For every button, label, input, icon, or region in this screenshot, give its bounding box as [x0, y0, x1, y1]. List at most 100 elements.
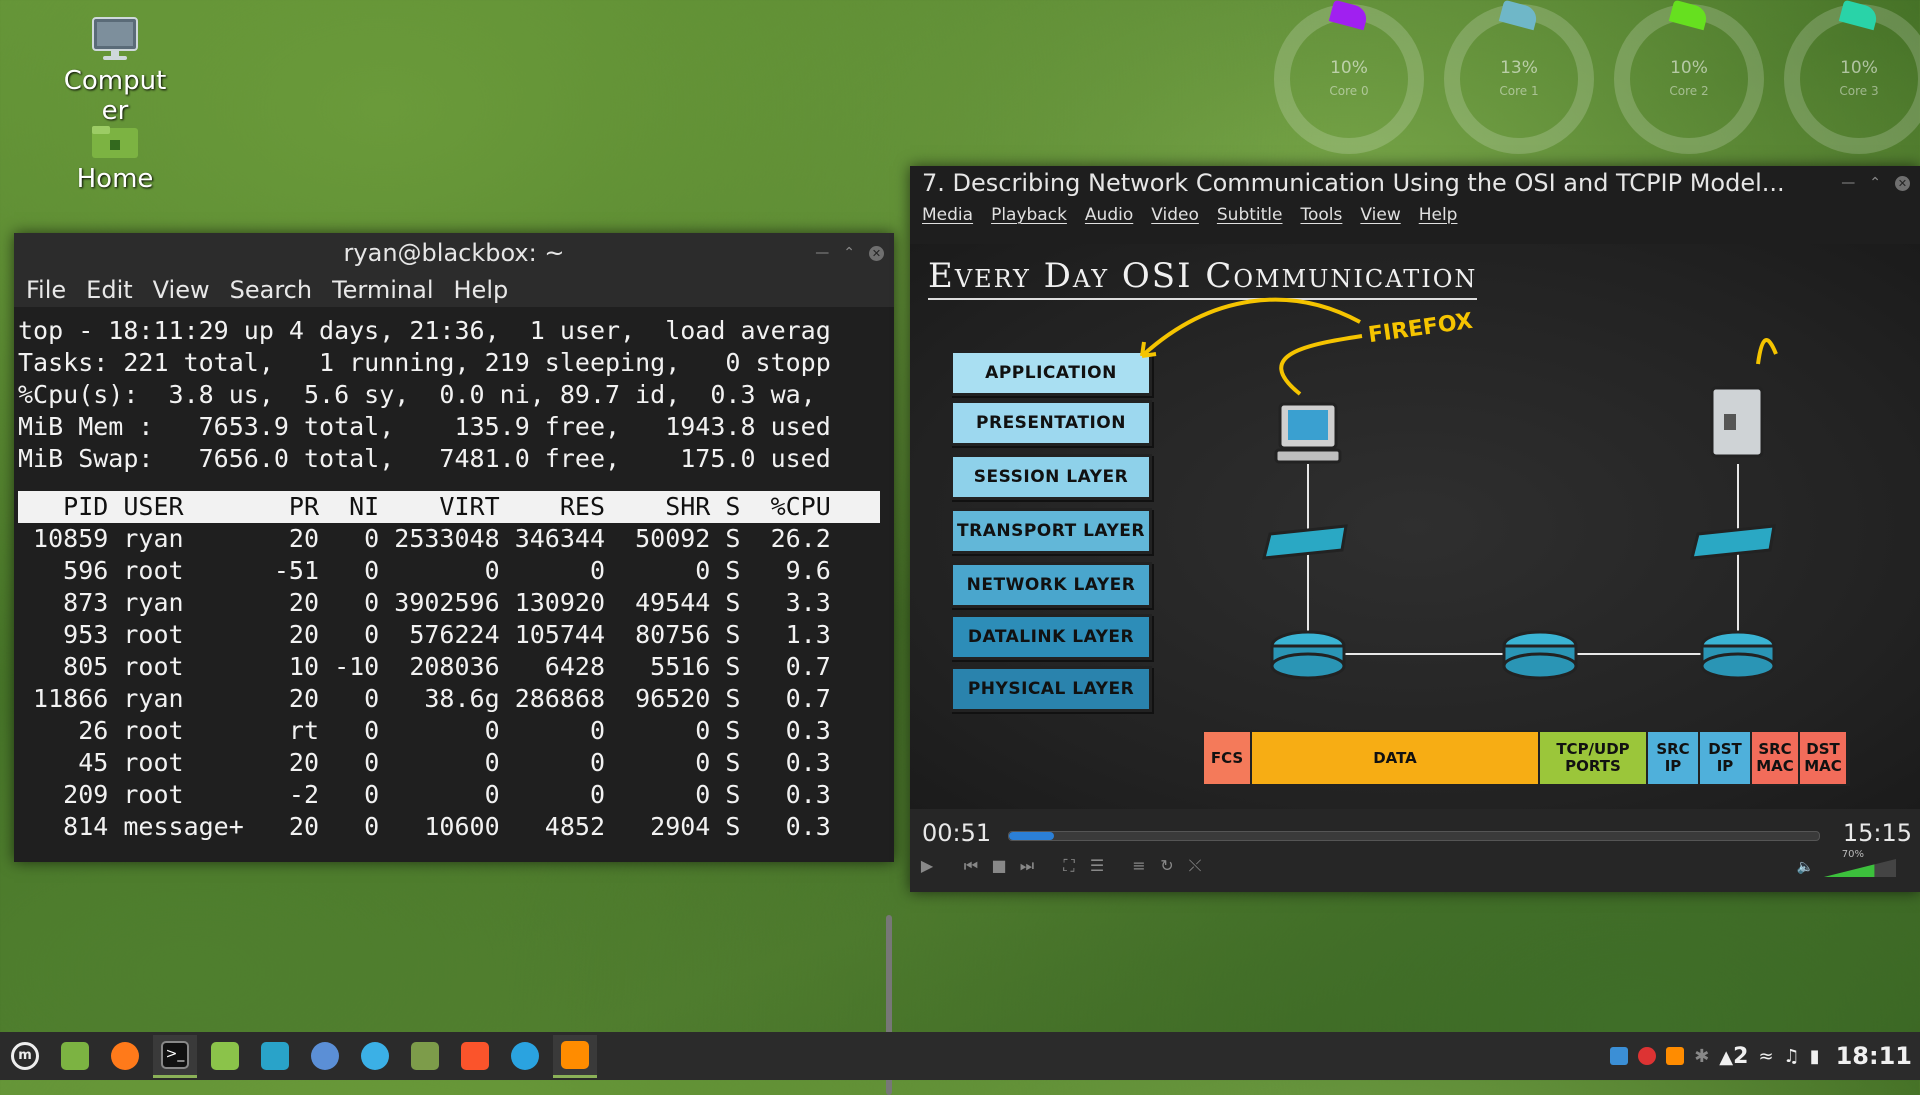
menu-subtitle[interactable]: Subtitle — [1217, 200, 1283, 230]
menu-video[interactable]: Video — [1151, 200, 1199, 230]
terminal-menubar: File Edit View Search Terminal Help — [14, 273, 894, 307]
shuffle-icon[interactable]: ⤬ — [1184, 855, 1206, 877]
close-icon[interactable]: ✕ — [1895, 175, 1910, 191]
menu-tools[interactable]: Tools — [1300, 200, 1342, 230]
bluetooth-icon[interactable]: ✱ — [1694, 1046, 1709, 1067]
video-area[interactable]: Every Day OSI Communication APPLICATION … — [910, 244, 1920, 809]
previous-icon[interactable]: ⏮ — [960, 855, 982, 877]
minimize-icon[interactable]: — — [815, 233, 829, 273]
terminal-window[interactable]: ryan@blackbox: ~ — ⌃ ✕ File Edit View Se… — [14, 233, 894, 1095]
router-icon — [1270, 630, 1346, 680]
vlc-menubar: Media Playback Audio Video Subtitle Tool… — [910, 200, 1920, 230]
menu-search[interactable]: Search — [230, 273, 312, 307]
taskbar-edge[interactable] — [353, 1036, 397, 1076]
menu-audio[interactable]: Audio — [1085, 200, 1133, 230]
system-tray: ✱ ▲2 ≈ ♫ ▮ 18:11 — [1610, 1032, 1912, 1080]
cpu-core-arc — [1668, 0, 1710, 31]
menu-view[interactable]: View — [1360, 200, 1400, 230]
volume-icon[interactable]: ♫ — [1784, 1046, 1800, 1067]
taskbar-monitor[interactable] — [253, 1036, 297, 1076]
tray-badge[interactable]: ▲2 — [1719, 1044, 1748, 1069]
desktop-icon-computer[interactable]: Computer — [55, 16, 175, 126]
cpu-core-arc — [1328, 0, 1370, 31]
menu-terminal[interactable]: Terminal — [332, 273, 433, 307]
process-row: 209 root -2 0 0 0 0 S 0.3 — [18, 780, 831, 809]
process-row: 953 root 20 0 576224 105744 80756 S 1.3 — [18, 620, 831, 649]
router-icon — [1502, 630, 1578, 680]
vlc-window[interactable]: 7. Describing Network Communication Usin… — [910, 166, 1920, 892]
frame-segment: TCP/UDP PORTS — [1540, 732, 1648, 784]
taskbar-firefox[interactable] — [103, 1036, 147, 1076]
minimize-icon[interactable]: — — [1841, 166, 1855, 200]
network-diagram — [1140, 297, 1778, 680]
taskbar-terminal[interactable]: >_ — [153, 1034, 197, 1078]
wifi-icon[interactable]: ≈ — [1758, 1046, 1773, 1067]
tray-update-icon[interactable] — [1638, 1047, 1657, 1065]
stop-icon[interactable]: ■ — [988, 855, 1010, 877]
fullscreen-icon[interactable]: ⛶ — [1058, 855, 1080, 877]
process-row: 814 message+ 20 0 10600 4852 2904 S 0.3 — [18, 812, 831, 841]
time-total: 15:15 — [1842, 819, 1912, 847]
desktop-icon-label: Computer — [63, 66, 167, 126]
menu-playback[interactable]: Playback — [991, 200, 1067, 230]
window-controls: — ⌃ ✕ — [815, 233, 884, 273]
volume-slider[interactable] — [1824, 859, 1896, 877]
cpu-core-percent: 10% — [1670, 58, 1708, 78]
frame-segment: DST MAC — [1800, 732, 1848, 784]
time-elapsed: 00:51 — [922, 819, 992, 847]
speaker-icon[interactable]: 🔈 — [1797, 859, 1814, 875]
equalizer-icon[interactable]: ☰ — [1086, 855, 1108, 877]
taskbar-tool[interactable] — [403, 1036, 447, 1076]
battery-icon[interactable]: ▮ — [1810, 1046, 1820, 1067]
pc-icon — [1274, 402, 1342, 464]
taskbar-files[interactable] — [53, 1036, 97, 1076]
taskbar-chromium[interactable] — [303, 1036, 347, 1076]
process-table-header: PID USER PR NI VIRT RES SHR S %CPU — [18, 491, 880, 523]
taskbar-telegram[interactable] — [503, 1036, 547, 1076]
cursor-mark — [1756, 338, 1778, 365]
menu-file[interactable]: File — [26, 273, 66, 307]
window-title: 7. Describing Network Communication Usin… — [922, 169, 1785, 197]
play-icon[interactable]: ▶ — [916, 855, 938, 877]
menu-help[interactable]: Help — [454, 273, 509, 307]
vlc-titlebar[interactable]: 7. Describing Network Communication Usin… — [910, 166, 1920, 200]
loop-icon[interactable]: ↻ — [1156, 855, 1178, 877]
cpu-core-percent: 10% — [1330, 58, 1368, 78]
desktop-icon-home[interactable]: Home — [55, 124, 175, 194]
terminal-titlebar[interactable]: ryan@blackbox: ~ — ⌃ ✕ — [14, 233, 894, 273]
frame-segment: FCS — [1204, 732, 1252, 784]
close-icon[interactable]: ✕ — [869, 245, 884, 261]
notification-icon: ▲ — [1719, 1046, 1734, 1068]
top-summary-line: top - 18:11:29 up 4 days, 21:36, 1 user,… — [18, 316, 831, 345]
taskbar-menu-button[interactable]: m — [3, 1036, 47, 1076]
menu-view[interactable]: View — [153, 273, 210, 307]
tray-vlc-icon[interactable] — [1666, 1047, 1685, 1065]
cpu-core-label: Core 3 — [1839, 84, 1879, 98]
top-summary-line: Tasks: 221 total, 1 running, 219 sleepin… — [18, 348, 831, 377]
process-row: 596 root -51 0 0 0 0 S 9.6 — [18, 556, 831, 585]
window-controls: — ⌃ ✕ — [1831, 166, 1910, 200]
firefox-icon — [111, 1042, 139, 1070]
firefox-arrow — [1140, 297, 1361, 358]
seek-bar[interactable] — [1008, 831, 1820, 841]
menu-help[interactable]: Help — [1419, 200, 1458, 230]
files-icon — [61, 1042, 89, 1070]
brave-icon — [461, 1042, 489, 1070]
menu-media[interactable]: Media — [922, 200, 973, 230]
menu-edit[interactable]: Edit — [86, 273, 132, 307]
playlist-icon[interactable]: ≡ — [1128, 855, 1150, 877]
next-icon[interactable]: ⏭ — [1016, 855, 1038, 877]
taskbar-folder[interactable] — [203, 1036, 247, 1076]
taskbar-brave[interactable] — [453, 1036, 497, 1076]
maximize-icon[interactable]: ⌃ — [1869, 166, 1881, 200]
telegram-icon — [511, 1042, 539, 1070]
clock[interactable]: 18:11 — [1836, 1042, 1912, 1070]
tray-app-icon[interactable] — [1610, 1047, 1629, 1065]
terminal-output[interactable]: top - 18:11:29 up 4 days, 21:36, 1 user,… — [18, 315, 882, 862]
process-row: 805 root 10 -10 208036 6428 5516 S 0.7 — [18, 652, 831, 681]
maximize-icon[interactable]: ⌃ — [843, 233, 855, 273]
cpu-core-percent: 13% — [1500, 58, 1538, 78]
volume-fill — [1824, 864, 1875, 877]
taskbar-vlc[interactable] — [553, 1034, 597, 1078]
desktop-icon-label: Home — [76, 164, 154, 194]
